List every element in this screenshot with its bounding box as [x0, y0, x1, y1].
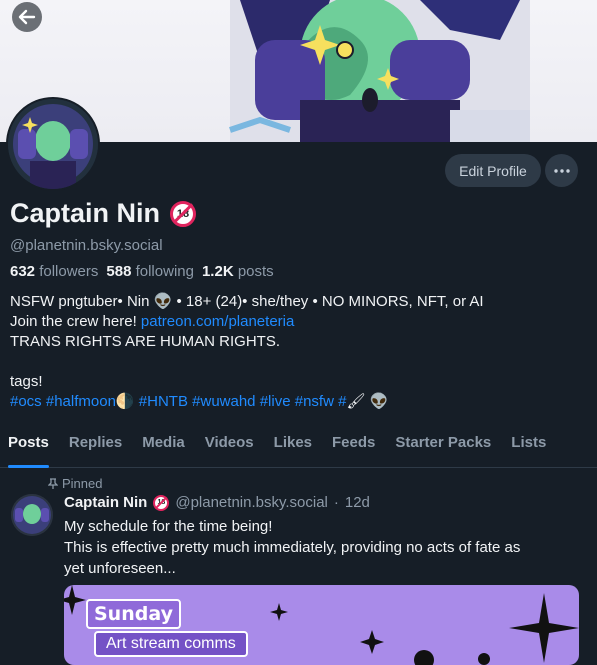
post-author-name[interactable]: Captain Nin [64, 494, 147, 511]
paintbrush-icon: 🖌 [346, 393, 366, 410]
bio-line: tags! [10, 373, 43, 390]
tag-link[interactable]: #ocs [10, 393, 42, 410]
followers-label: followers [39, 263, 99, 280]
following-label: following [135, 263, 194, 280]
tab-feeds[interactable]: Feeds [332, 430, 375, 467]
adult-content-badge-icon: 18 [170, 200, 197, 227]
bio-text: Join the crew here! [10, 313, 141, 330]
tag-link[interactable]: #live [260, 393, 291, 410]
post-author-handle[interactable]: @planetnin.bsky.social [175, 494, 328, 511]
followers-stat[interactable]: 632 followers [10, 263, 98, 280]
edit-profile-button[interactable]: Edit Profile [445, 154, 541, 187]
profile-tabs: Posts Replies Media Videos Likes Feeds S… [0, 430, 597, 468]
profile-stats: 632 followers 588 following 1.2K posts [10, 263, 274, 280]
bio-blank-line [10, 352, 590, 372]
post-author-avatar[interactable] [11, 494, 53, 536]
posts-stat: 1.2K posts [202, 263, 274, 280]
profile-bio: NSFW pngtuber• Nin 👽 • 18+ (24)• she/the… [10, 292, 590, 412]
tag-link[interactable]: #halfmoon [46, 393, 116, 410]
arrow-left-icon [18, 9, 36, 25]
tab-posts[interactable]: Posts [8, 430, 49, 468]
pinned-indicator: Pinned [48, 476, 102, 491]
avatar-artwork [8, 99, 98, 189]
profile-display-name: Captain Nin [10, 198, 161, 228]
bio-tags-line: #ocs #halfmoon🌗 #HNTB #wuwahd #live #nsf… [10, 392, 590, 412]
alien-icon: 👽 [369, 393, 389, 410]
profile-name-row: Captain Nin 18 [10, 198, 197, 229]
posts-count: 1.2K [201, 263, 234, 280]
tab-likes[interactable]: Likes [274, 430, 312, 467]
schedule-item-label: Art stream comms [94, 631, 248, 657]
tab-replies[interactable]: Replies [69, 430, 122, 467]
post-text: My schedule for the time being! This is … [64, 516, 574, 579]
tag-link[interactable]: #wuwahd [192, 393, 255, 410]
post-separator: · [333, 494, 339, 511]
back-button[interactable] [12, 2, 42, 32]
following-stat[interactable]: 588 following [106, 263, 194, 280]
post-avatar-artwork [11, 494, 53, 536]
bio-line: NSFW pngtuber• Nin 👽 • 18+ (24)• she/the… [10, 293, 484, 310]
more-options-button[interactable] [545, 154, 578, 187]
tab-media[interactable]: Media [142, 430, 185, 467]
bio-line: Join the crew here! patreon.com/planeter… [10, 312, 590, 332]
post-text-line: My schedule for the time being! [64, 518, 273, 535]
tab-starter-packs[interactable]: Starter Packs [395, 430, 491, 467]
profile-handle: @planetnin.bsky.social [10, 237, 163, 254]
tab-lists[interactable]: Lists [511, 430, 546, 467]
half-moon-icon: 🌗 [115, 393, 135, 410]
tab-videos[interactable]: Videos [205, 430, 254, 467]
pinned-label: Pinned [62, 476, 103, 491]
following-count: 588 [106, 263, 132, 280]
posts-label: posts [237, 263, 274, 280]
patreon-link[interactable]: patreon.com/planeteria [141, 313, 294, 330]
tag-link[interactable]: #HNTB [139, 393, 188, 410]
post-text-line: This is effective pretty much immediatel… [64, 539, 521, 556]
schedule-day-label: Sunday [86, 599, 181, 629]
adult-content-badge-icon: 18 [153, 494, 170, 511]
profile-avatar[interactable] [6, 97, 100, 191]
post-text-line: yet unforeseen... [64, 560, 176, 577]
post-image[interactable]: Sunday Art stream comms [64, 585, 579, 665]
tag-link[interactable]: #nsfw [295, 393, 334, 410]
post-header: Captain Nin 18 @planetnin.bsky.social · … [64, 494, 370, 511]
post-timestamp[interactable]: 12d [345, 494, 370, 511]
ellipsis-icon [553, 168, 570, 173]
bio-line: TRANS RIGHTS ARE HUMAN RIGHTS. [10, 333, 281, 350]
pin-icon [48, 477, 58, 489]
followers-count: 632 [10, 263, 36, 280]
